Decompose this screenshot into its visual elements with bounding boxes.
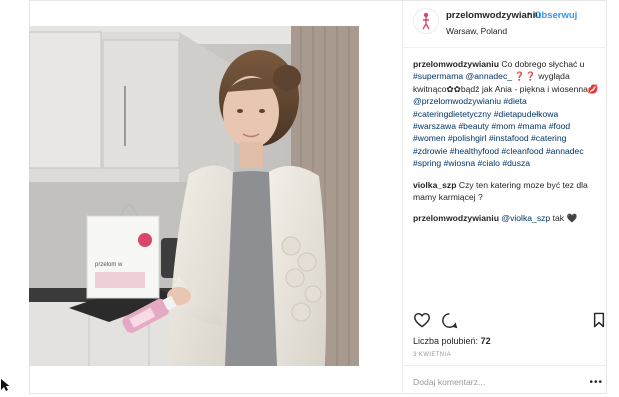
hashtag-link[interactable]: #supermama [413,71,463,81]
brand-logo-icon [422,12,430,30]
comment-text: Co dobrego słychać u [498,59,585,69]
hashtag-link[interactable]: #catering [531,133,566,143]
comment-item: przelomwodzywianiu Co dobrego słychać u … [413,58,603,170]
hashtag-link[interactable]: #spring [413,158,441,168]
more-options-icon[interactable]: ••• [589,377,603,388]
hashtag-link[interactable]: #wiosna [444,158,476,168]
hashtag-link[interactable]: #cialo [478,158,500,168]
action-bar [413,312,605,333]
hashtag-link[interactable]: #instafood [489,133,529,143]
hashtag-link[interactable]: #annadec [546,146,584,156]
hashtag-link[interactable]: #dusza [502,158,530,168]
bookmark-icon[interactable] [593,312,605,333]
avatar[interactable] [413,8,439,34]
comment-username[interactable]: przelomwodzywianiu [413,213,499,223]
post-header: przelomwodzywianiu • Obserwuj Warsaw, Po… [413,6,601,42]
comment-username[interactable]: violka_szp [413,180,456,190]
hashtag-link[interactable]: #cleanfood [501,146,543,156]
mention-link[interactable]: @annadec_ [466,71,512,81]
comment-bubble-icon[interactable] [441,312,458,334]
post-location[interactable]: Warsaw, Poland [446,26,507,36]
add-comment-input[interactable]: Dodaj komentarz... [413,377,485,387]
hashtag-link[interactable]: #polishgirl [448,133,487,143]
follow-button[interactable]: Obserwuj [534,10,577,21]
comment-item: przelomwodzywianiu @violka_szp tak 🖤 [413,212,603,224]
hashtag-link[interactable]: #food [549,121,571,131]
hashtag-link[interactable]: #dieta [503,96,526,106]
likes-label: Liczba polubień: [413,336,479,346]
likes-count[interactable]: Liczba polubień: 72 [413,336,491,346]
post-sidebar: przelomwodzywianiu • Obserwuj Warsaw, Po… [402,0,607,394]
cursor-icon [0,378,10,397]
likes-number: 72 [480,336,491,346]
comments-list: przelomwodzywianiu Co dobrego słychać u … [413,58,603,234]
bag-logo: przelom w [95,262,123,268]
heart-outline-icon[interactable] [413,312,431,333]
add-comment-divider [403,365,607,366]
header-divider [403,47,607,48]
mention-link[interactable]: @przelomwodzywianiu [413,96,501,106]
hashtag-link[interactable]: #beauty [458,121,489,131]
mention-link[interactable]: @violka_szp [501,213,550,223]
hashtag-link[interactable]: #mama [518,121,547,131]
hashtag-link[interactable]: #women [413,133,445,143]
comment-text: tak 🖤 [550,213,578,224]
comment-username[interactable]: przelomwodzywianiu [413,59,499,69]
comment-item: violka_szp Czy ten katering moze być tez… [413,179,603,204]
hashtag-link[interactable]: #zdrowie [413,146,447,156]
hashtag-link[interactable]: #healthyfood [450,146,499,156]
post-date[interactable]: 3 KWIETNIA [413,352,451,358]
hashtag-link[interactable]: #warszawa [413,121,456,131]
photo-illustration: przelom w [29,26,359,366]
hashtag-link[interactable]: #dietapudełkowa [494,109,559,119]
separator-dot: • [527,9,531,19]
hashtag-link[interactable]: #mom [491,121,515,131]
hashtag-link[interactable]: #cateringdietetyczny [413,109,491,119]
post-photo[interactable]: przelom w [29,26,359,366]
